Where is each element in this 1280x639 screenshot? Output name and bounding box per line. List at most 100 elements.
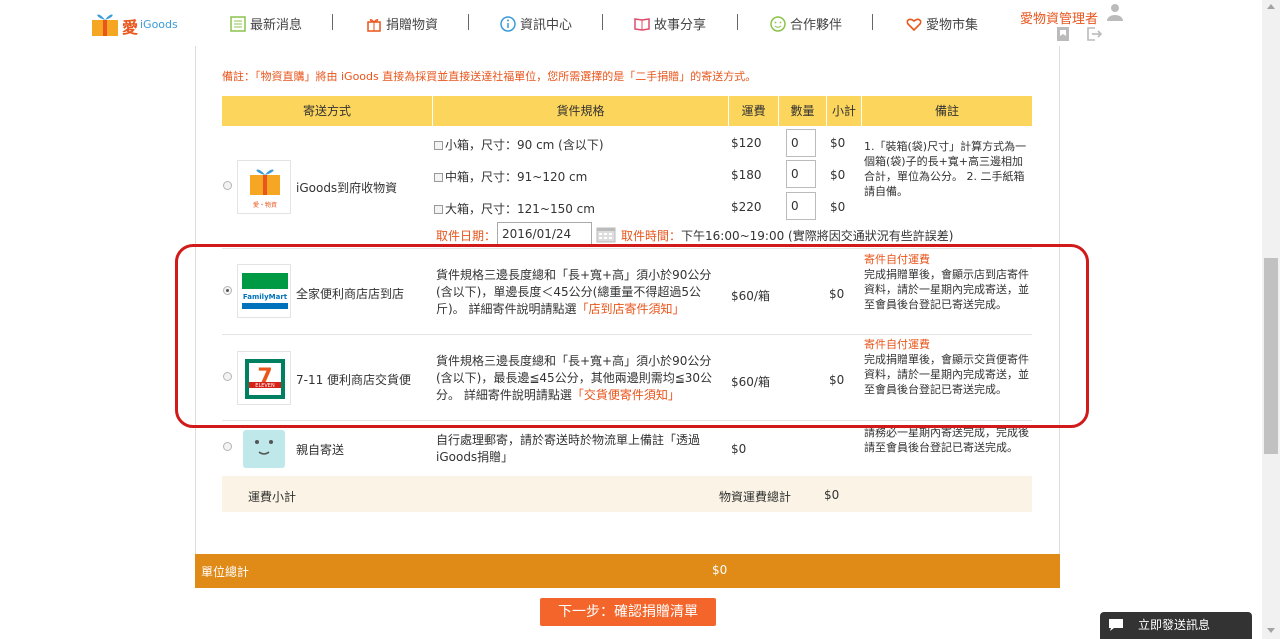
seven-eleven-method-name: 7-11 便利商店交貨便 <box>296 373 412 387</box>
header-shipping-method: 寄送方式 <box>222 96 433 126</box>
igoods-thumbnail: 愛・物資 <box>237 160 291 214</box>
header-remark: 備註 <box>934 104 959 118</box>
familymart-subtotal: $0 <box>829 287 845 301</box>
nav-info[interactable]: 資訊中心 <box>500 14 572 36</box>
radio-self-delivery[interactable] <box>223 442 232 451</box>
bookmark-icon[interactable] <box>1055 26 1071 42</box>
site-logo[interactable]: 愛 iGoods <box>88 8 180 40</box>
large-box-qty-input[interactable]: 0 <box>786 192 816 220</box>
admin-user-link[interactable]: 愛物資管理者 <box>1020 8 1098 27</box>
scrollbar-thumb[interactable] <box>1264 258 1278 454</box>
medium-box-qty-input[interactable]: 0 <box>786 160 816 188</box>
seven-eleven-subtotal: $0 <box>829 373 845 387</box>
large-box-fee: $220 <box>731 200 762 214</box>
shipping-subtotal-label: 運費小計 <box>248 490 297 504</box>
nav-divider <box>468 14 469 30</box>
seven-eleven-fee: $60/箱 <box>731 375 770 389</box>
igoods-remark: 1.「裝箱(袋)尺寸」計算方式為一個箱(袋)子的長+寬+高三邊相加合計，單位為公… <box>864 140 1027 198</box>
self-delivery-remark: 請務必一星期內寄送完成，完成後請至會員後台登記已寄送完成。 <box>864 426 1029 454</box>
igoods-logo-icon: 愛・物資 <box>250 169 280 209</box>
list-icon <box>230 16 246 32</box>
nav-market-label: 愛物市集 <box>926 18 979 33</box>
pickup-time: 取件時間：下午16:00~19:00 (實際將因交通狀況有些許誤差) <box>621 227 953 244</box>
nav-partners-label: 合作夥伴 <box>790 18 843 33</box>
seven-eleven-thumb-text: ELEVEN <box>255 383 275 389</box>
medium-box-label: 中箱，尺寸：91~120 cm <box>445 170 588 184</box>
calendar-icon[interactable] <box>596 226 616 243</box>
radio-familymart[interactable] <box>223 286 232 295</box>
familymart-spec: 貨件規格三邊長度總和「長+寬+高」須小於90公分(含以下)，單邊長度＜45公分(… <box>436 267 726 318</box>
header-spec: 貨件規格 <box>433 96 729 126</box>
book-icon <box>634 18 650 31</box>
total-shipping-label: 物資運費總計 <box>719 490 792 504</box>
header-quantity: 數量 <box>779 96 827 126</box>
heart-icon <box>906 18 922 32</box>
familymart-thumb-text: FamilyMart <box>243 293 288 301</box>
header-fee: 運費 <box>729 96 779 126</box>
scroll-down-icon[interactable] <box>1267 628 1275 633</box>
medium-box-subtotal: $0 <box>830 168 846 182</box>
small-box-checkbox[interactable] <box>434 141 443 150</box>
smile-icon <box>770 16 786 32</box>
medium-box-checkbox[interactable] <box>434 173 443 182</box>
unit-total-value: $0 <box>712 563 728 577</box>
spec-large-box[interactable]: 大箱，尺寸：121~150 cm <box>434 200 595 217</box>
send-message-label: 立即發送訊息 <box>1138 618 1211 632</box>
self-delivery-fee: $0 <box>731 442 747 456</box>
large-box-subtotal: $0 <box>830 200 846 214</box>
spec-small-box[interactable]: 小箱，尺寸：90 cm (含以下) <box>434 136 604 153</box>
nav-donate[interactable]: 捐贈物資 <box>366 14 438 36</box>
nav-donate-label: 捐贈物資 <box>386 18 439 33</box>
header-subtotal: 小計 <box>827 96 862 126</box>
nav-divider <box>872 14 873 30</box>
seven-eleven-thumbnail: 7 ELEVEN <box>237 351 291 405</box>
pickup-date-input[interactable]: 2016/01/24 <box>497 222 592 246</box>
row-divider <box>222 248 1032 249</box>
shipping-table-header: 寄送方式 貨件規格 運費 數量 小計 備註 <box>222 96 1032 126</box>
small-box-fee: $120 <box>731 136 762 150</box>
radio-igoods-pickup[interactable] <box>223 181 232 190</box>
seven-eleven-remark-title: 寄件自付運費 <box>864 338 930 351</box>
nav-market[interactable]: 愛物市集 <box>906 14 978 36</box>
seven-eleven-spec: 貨件規格三邊長度總和「長+寬+高」須小於90公分(含以下)，最長邊≦45公分，其… <box>436 353 728 404</box>
self-delivery-method-name: 親自寄送 <box>296 443 345 457</box>
send-message-button[interactable]: 立即發送訊息 <box>1100 612 1252 639</box>
logo-subtext: iGoods <box>140 18 178 31</box>
igoods-thumb-text: 愛・物資 <box>253 201 277 209</box>
seven-eleven-guide-link[interactable]: 「交貨便寄件須知」 <box>572 388 680 402</box>
self-delivery-thumbnail <box>237 428 291 470</box>
top-navbar: 愛 iGoods 最新消息 捐贈物資 資訊中心 故事分享 合作夥伴 愛物市集 愛… <box>0 0 1262 46</box>
familymart-remark-text: 完成捐贈單後，會顯示店到店寄件資料，請於一星期內完成寄送，並至會員後台登記已寄送… <box>864 268 1029 311</box>
radio-seven-eleven[interactable] <box>223 372 232 381</box>
familymart-remark-title: 寄件自付運費 <box>864 253 930 266</box>
familymart-logo-icon: FamilyMart <box>242 273 288 309</box>
gift-icon <box>367 19 381 32</box>
nav-divider <box>737 14 738 30</box>
scroll-up-icon[interactable] <box>1267 4 1275 9</box>
small-box-qty-input[interactable]: 0 <box>786 129 816 157</box>
info-icon <box>500 16 516 32</box>
nav-divider <box>332 14 333 30</box>
familymart-remark: 寄件自付運費完成捐贈單後，會顯示店到店寄件資料，請於一星期內完成寄送，並至會員後… <box>864 252 1030 312</box>
seven-eleven-remark: 寄件自付運費 完成捐贈單後，會顯示交貨便寄件資料，請於一星期內完成寄送，並至會員後… <box>864 337 1030 397</box>
large-box-label: 大箱，尺寸：121~150 cm <box>445 202 595 216</box>
nav-stories-label: 故事分享 <box>654 18 707 33</box>
nav-stories[interactable]: 故事分享 <box>634 14 706 36</box>
small-box-subtotal: $0 <box>830 136 846 150</box>
nav-news[interactable]: 最新消息 <box>230 14 302 36</box>
gift-logo-icon <box>92 14 118 36</box>
spec-medium-box[interactable]: 中箱，尺寸：91~120 cm <box>434 168 587 185</box>
row-divider <box>222 420 1032 421</box>
next-step-button[interactable]: 下一步：確認捐贈清單 <box>540 598 716 626</box>
chat-bubble-icon <box>1109 619 1123 631</box>
logout-icon[interactable] <box>1086 26 1102 42</box>
nav-divider <box>602 14 603 30</box>
page-scrollbar[interactable] <box>1262 0 1280 639</box>
pickup-date-label: 取件日期： <box>436 229 497 243</box>
unit-total-label: 單位總計 <box>201 565 250 579</box>
large-box-checkbox[interactable] <box>434 205 443 214</box>
nav-partners[interactable]: 合作夥伴 <box>770 14 842 36</box>
user-icon[interactable] <box>1106 3 1124 21</box>
familymart-guide-link[interactable]: 「店到店寄件須知」 <box>577 302 685 316</box>
nav-info-label: 資訊中心 <box>520 18 573 33</box>
